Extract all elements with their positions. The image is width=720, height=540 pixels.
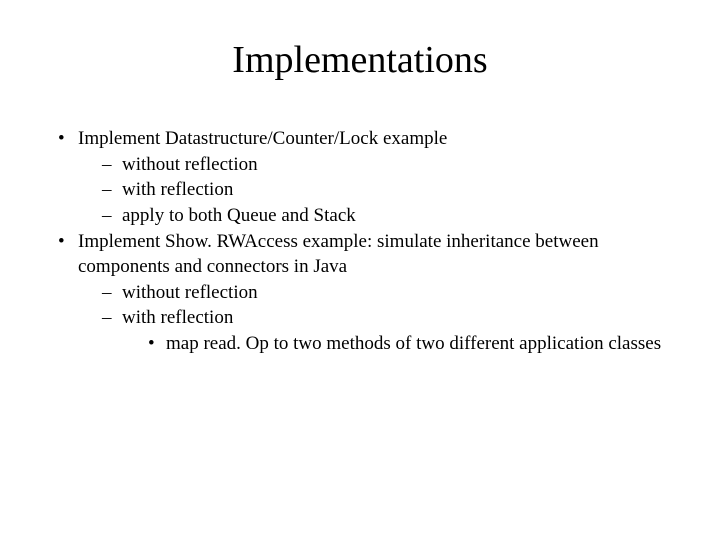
subbullet-list: • map read. Op to two methods of two dif…: [122, 331, 670, 357]
bullet-text: Implement Datastructure/Counter/Lock exa…: [78, 128, 447, 149]
slide: Implementations • Implement Datastructur…: [0, 0, 720, 540]
bullet-item: • Implement Show. RWAccess example: simu…: [50, 229, 670, 357]
dash-text: with reflection: [122, 307, 233, 328]
dash-item: – without reflection: [102, 280, 670, 306]
dash-item: – without reflection: [102, 152, 670, 178]
bullet-text: Implement Show. RWAccess example: simula…: [78, 231, 599, 278]
dash-icon: –: [102, 280, 112, 306]
bullet-list: • Implement Datastructure/Counter/Lock e…: [50, 126, 670, 357]
dash-icon: –: [102, 305, 112, 331]
dash-item: – with reflection: [102, 177, 670, 203]
bullet-icon: •: [148, 331, 155, 357]
dash-item: – with reflection • map read. Op to two …: [102, 305, 670, 356]
dash-item: – apply to both Queue and Stack: [102, 203, 670, 229]
bullet-item: • Implement Datastructure/Counter/Lock e…: [50, 126, 670, 229]
subbullet-text: map read. Op to two methods of two diffe…: [166, 333, 661, 354]
dash-icon: –: [102, 203, 112, 229]
bullet-icon: •: [58, 229, 65, 255]
dash-text: apply to both Queue and Stack: [122, 205, 356, 226]
dash-list: – without reflection – with reflection •…: [78, 280, 670, 357]
slide-title: Implementations: [50, 38, 670, 82]
dash-text: without reflection: [122, 282, 258, 303]
subbullet-item: • map read. Op to two methods of two dif…: [146, 331, 670, 357]
dash-text: without reflection: [122, 154, 258, 175]
dash-text: with reflection: [122, 179, 233, 200]
dash-icon: –: [102, 152, 112, 178]
dash-icon: –: [102, 177, 112, 203]
dash-list: – without reflection – with reflection –…: [78, 152, 670, 229]
bullet-icon: •: [58, 126, 65, 152]
